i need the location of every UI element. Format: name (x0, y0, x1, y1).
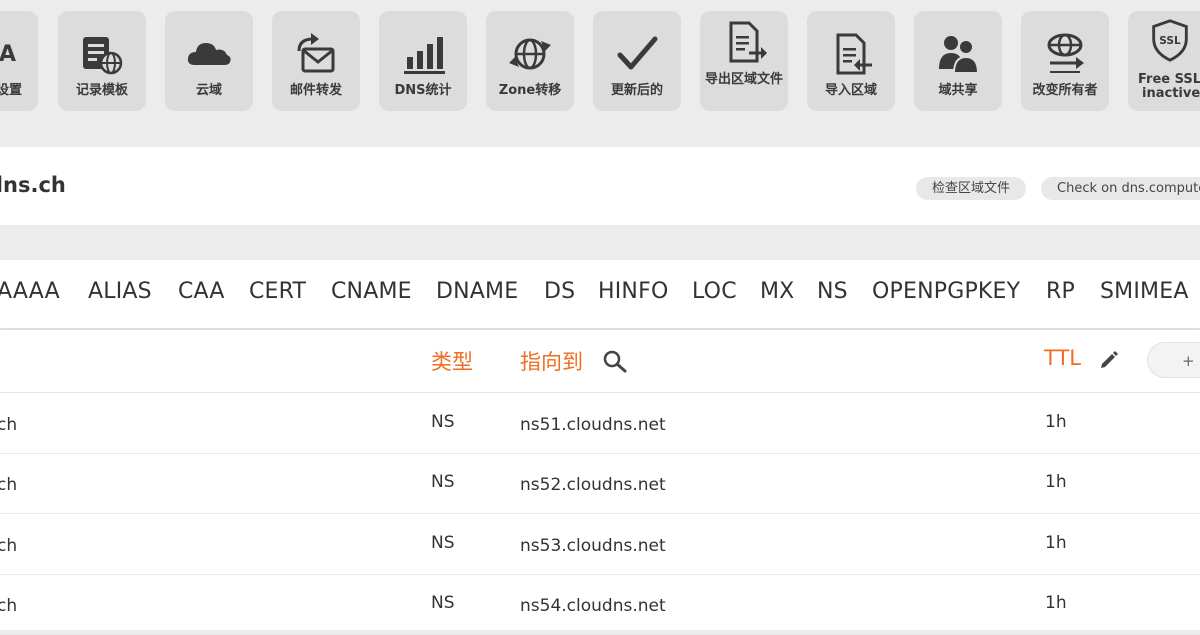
record-type-tabs: AAAA ALIAS CAA CERT CNAME DNAME DS HINFO… (0, 260, 1200, 328)
toolbar-dns-stats-label: DNS统计 (394, 83, 452, 98)
add-record-button[interactable]: + 添 (1147, 342, 1200, 378)
import-file-icon (807, 31, 895, 77)
column-points-to-header[interactable]: 指向到 (520, 346, 583, 376)
toolbar: DA 设置 记录模板 云域 (0, 0, 1200, 147)
separator-band (0, 225, 1200, 260)
row-points-to: ns54.cloudns.net (520, 596, 666, 616)
globe-owner-icon (1021, 31, 1109, 77)
record-type-cert[interactable]: CERT (249, 279, 306, 304)
record-type-openpgpkey[interactable]: OPENPGPKEY (872, 279, 1020, 304)
toolbar-mail-forwarding-label: 邮件转发 (289, 83, 342, 98)
check-on-dns-computer-button[interactable]: Check on dns.computer (1041, 177, 1200, 200)
toolbar-mail-forwarding[interactable]: 邮件转发 (272, 11, 360, 111)
toolbar-domain-sharing[interactable]: 域共享 (914, 11, 1002, 111)
free-ssl-line2: inactive (1142, 86, 1200, 101)
row-host: ch (0, 475, 18, 495)
row-type: NS (431, 593, 455, 613)
row-type: NS (431, 533, 455, 553)
toolbar-updated[interactable]: 更新后的 (593, 11, 681, 111)
row-ttl: 1h (1045, 412, 1067, 432)
toolbar-updated-label: 更新后的 (610, 83, 663, 98)
table-header: 类型 指向到 TTL + 添 (0, 330, 1200, 393)
column-ttl-header[interactable]: TTL (1044, 346, 1081, 370)
toolbar-record-templates-label: 记录模板 (75, 83, 128, 98)
row-host: ch (0, 415, 18, 435)
checkmark-icon (593, 31, 681, 77)
bar-chart-icon (379, 31, 467, 77)
table-row: ch NS ns54.cloudns.net 1h (0, 574, 1200, 635)
row-points-to: ns53.cloudns.net (520, 536, 666, 556)
domain-name: dns.ch (0, 173, 66, 197)
toolbar-change-owner[interactable]: 改变所有者 (1021, 11, 1109, 111)
row-host: ch (0, 596, 18, 616)
row-ttl: 1h (1045, 593, 1067, 613)
table-row: ch NS ns52.cloudns.net 1h (0, 453, 1200, 514)
toolbar-free-ssl[interactable]: SSL Free SSL inactive (1128, 11, 1200, 111)
record-type-dname[interactable]: DNAME (436, 279, 518, 304)
row-ttl: 1h (1045, 472, 1067, 492)
row-points-to: ns52.cloudns.net (520, 475, 666, 495)
users-icon (914, 31, 1002, 77)
check-zone-file-button[interactable]: 检查区域文件 (916, 177, 1027, 200)
record-type-loc[interactable]: LOC (692, 279, 737, 304)
record-type-mx[interactable]: MX (760, 279, 794, 304)
toolbar-free-ssl-label: Free SSL inactive (1138, 73, 1200, 101)
toolbar-soa-settings[interactable]: DA 设置 (0, 11, 38, 111)
row-type: NS (431, 472, 455, 492)
toolbar-cloud-domains-label: 云域 (195, 83, 222, 98)
row-host: ch (0, 536, 18, 556)
soa-icon: DA (0, 41, 16, 67)
toolbar-dns-stats[interactable]: DNS统计 (379, 11, 467, 111)
mail-forward-icon (272, 31, 360, 77)
record-type-cname[interactable]: CNAME (331, 279, 412, 304)
row-type: NS (431, 412, 455, 432)
table-row: ch NS ns51.cloudns.net 1h (0, 393, 1200, 454)
free-ssl-line1: Free SSL (1138, 72, 1200, 87)
toolbar-record-templates[interactable]: 记录模板 (58, 11, 146, 111)
toolbar-zone-transfer-label: Zone转移 (498, 83, 562, 98)
toolbar-import-zone-label: 导入区域 (824, 83, 877, 98)
record-type-ns[interactable]: NS (817, 279, 848, 304)
table-row: ch NS ns53.cloudns.net 1h (0, 514, 1200, 575)
record-type-rp[interactable]: RP (1046, 279, 1075, 304)
search-icon[interactable] (602, 349, 628, 377)
record-template-icon (58, 31, 146, 77)
toolbar-zone-transfer[interactable]: Zone转移 (486, 11, 574, 111)
record-type-hinfo[interactable]: HINFO (598, 279, 668, 304)
toolbar-export-zone-label: 导出区域文件 (704, 72, 783, 87)
globe-transfer-icon (486, 31, 574, 77)
toolbar-change-owner-label: 改变所有者 (1032, 83, 1098, 98)
svg-text:SSL: SSL (1159, 35, 1181, 47)
edit-pencil-icon[interactable] (1099, 350, 1119, 374)
row-points-to: ns51.cloudns.net (520, 415, 666, 435)
record-type-smimea[interactable]: SMIMEA (1100, 279, 1189, 304)
toolbar-soa-label: 设置 (0, 83, 22, 98)
toolbar-domain-sharing-label: 域共享 (938, 83, 978, 98)
ssl-shield-icon: SSL (1128, 17, 1200, 63)
column-type-header[interactable]: 类型 (431, 346, 473, 376)
record-type-caa[interactable]: CAA (178, 279, 225, 304)
export-file-icon (700, 19, 788, 65)
record-type-ds[interactable]: DS (544, 279, 575, 304)
toolbar-export-zone[interactable]: 导出区域文件 (700, 11, 788, 111)
records-table: 类型 指向到 TTL + 添 ch NS ns51.cloudns.net 1h… (0, 330, 1200, 635)
record-type-aaaa[interactable]: AAAA (0, 279, 60, 304)
record-type-alias[interactable]: ALIAS (88, 279, 152, 304)
toolbar-cloud-domains[interactable]: 云域 (165, 11, 253, 111)
row-ttl: 1h (1045, 533, 1067, 553)
cloud-icon (165, 31, 253, 77)
toolbar-import-zone[interactable]: 导入区域 (807, 11, 895, 111)
